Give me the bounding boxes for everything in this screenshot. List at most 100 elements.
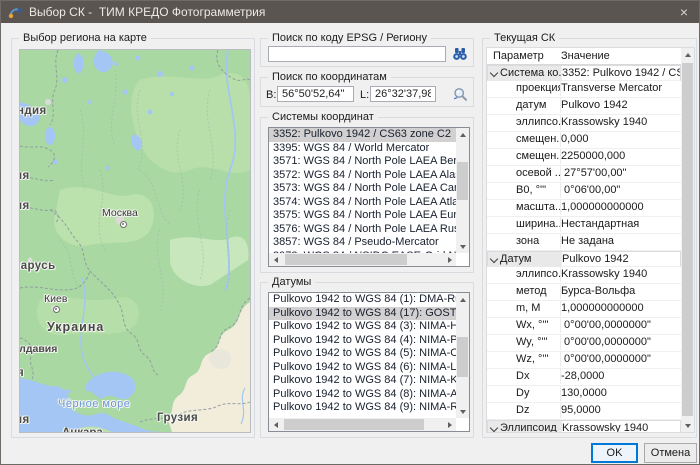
scroll-right-icon[interactable] xyxy=(443,418,456,431)
map-label: ларусь xyxy=(19,260,56,272)
cancel-button[interactable]: Отмена xyxy=(644,443,697,463)
parameter-name: смещен... xyxy=(516,149,561,164)
parameter-row[interactable]: масшта...1,000000000000 xyxy=(487,200,681,217)
parameter-row[interactable]: Wz, °'" 0°00'00,0000000" xyxy=(487,352,681,369)
parameter-row[interactable]: ширина...Нестандартная xyxy=(487,217,681,234)
coordinate-systems-list[interactable]: 3352: Pulkovo 1942 / CS63 zone C23395: W… xyxy=(268,127,470,267)
datum-list-item[interactable]: Pulkovo 1942 to WGS 84 (6): NIMA-Lva xyxy=(269,361,456,375)
parameter-row[interactable]: Dz95,0000 xyxy=(487,403,681,420)
datum-list-item[interactable]: Pulkovo 1942 to WGS 84 (9): NIMA-Rom xyxy=(269,401,456,415)
scroll-down-icon[interactable] xyxy=(456,240,469,253)
parameter-row[interactable]: смещен...2250000,000 xyxy=(487,149,681,166)
parameter-row[interactable]: Wx, °'" 0°00'00,0000000" xyxy=(487,318,681,335)
parameter-value: 1,000000000000 xyxy=(561,301,681,316)
map-label: Киев xyxy=(44,293,67,305)
parameter-row[interactable]: Dx-28,0000 xyxy=(487,369,681,386)
cs-list-item[interactable]: 3395: WGS 84 / World Mercator xyxy=(269,142,456,156)
parameter-row[interactable]: методБурса-Вольфа xyxy=(487,284,681,301)
parameter-name: Wy, °'" xyxy=(516,335,548,350)
datum-list-item[interactable]: Pulkovo 1942 to WGS 84 (5): NIMA-Cze xyxy=(269,347,456,361)
coordinate-systems-group: Системы координат 3352: Pulkovo 1942 / C… xyxy=(260,117,474,273)
map-label: ндия xyxy=(19,105,47,117)
parameter-row[interactable]: проекцияTransverse Mercator xyxy=(487,81,681,98)
scroll-up-icon[interactable] xyxy=(456,293,469,306)
scroll-left-icon[interactable] xyxy=(269,253,282,266)
cs-vscroll-thumb[interactable] xyxy=(457,162,468,200)
parameter-row[interactable]: эллипсо...Krassowsky 1940 xyxy=(487,115,681,132)
epsg-search-input[interactable] xyxy=(268,46,446,62)
parameter-name: ширина... xyxy=(516,217,561,232)
parameter-row[interactable]: Wy, °'" 0°00'00,0000000" xyxy=(487,335,681,352)
scroll-up-icon[interactable] xyxy=(456,128,469,141)
scroll-right-icon[interactable] xyxy=(443,253,456,266)
table-vscrollbar[interactable] xyxy=(681,48,694,432)
city-marker-icon xyxy=(53,306,60,313)
datum-list-vscrollbar[interactable] xyxy=(456,293,469,418)
coord-search-button[interactable] xyxy=(451,85,469,103)
cs-list-item[interactable]: 3576: WGS 84 / North Pole LAEA Russia xyxy=(269,223,456,237)
parameter-row[interactable]: осевой ... 27°57'00,00" xyxy=(487,166,681,183)
scroll-left-icon[interactable] xyxy=(269,418,282,431)
datum-list-item[interactable]: Pulkovo 1942 to WGS 84 (8): NIMA-Alb xyxy=(269,388,456,402)
table-vscroll-thumb[interactable] xyxy=(682,63,693,416)
cs-list-item[interactable]: 3575: WGS 84 / North Pole LAEA Europe xyxy=(269,209,456,223)
datum-hscroll-thumb[interactable] xyxy=(284,419,424,430)
b-field-label: B: xyxy=(266,89,276,101)
datum-list-item[interactable]: Pulkovo 1942 to WGS 84 (7): NIMA-Kaz xyxy=(269,374,456,388)
map-label: олдавия xyxy=(19,343,57,355)
scroll-up-icon[interactable] xyxy=(681,48,694,61)
datum-list-item[interactable]: Pulkovo 1942 to WGS 84 (1): DMA-Rus xyxy=(269,293,456,307)
value-column-header: Значение xyxy=(561,49,610,63)
cs-list-item[interactable]: 3571: WGS 84 / North Pole LAEA Bering Se… xyxy=(269,155,456,169)
current-cs-table[interactable]: Параметр Значение Система ко...3352: Pul… xyxy=(486,47,695,433)
dialog-window: Выбор СК - ТИМ КРЕДО Фотограмметрия × Вы… xyxy=(0,0,700,465)
expand-chevron-icon[interactable] xyxy=(490,255,498,263)
datums-list[interactable]: Pulkovo 1942 to WGS 84 (1): DMA-RusPulko… xyxy=(268,292,470,432)
title-bar[interactable]: Выбор СК - ТИМ КРЕДО Фотограмметрия × xyxy=(1,1,699,23)
cs-list-item[interactable]: 3574: WGS 84 / North Pole LAEA Atlantic xyxy=(269,196,456,210)
scroll-down-icon[interactable] xyxy=(456,405,469,418)
datum-list-item[interactable]: Pulkovo 1942 to WGS 84 (17): GOST-Rus xyxy=(269,307,456,321)
datum-list-item[interactable]: Pulkovo 1942 to WGS 84 (4): NIMA-Pol xyxy=(269,334,456,348)
parameter-row[interactable]: смещен...0,000 xyxy=(487,132,681,149)
ok-button[interactable]: OK xyxy=(591,443,638,463)
parameter-row[interactable]: датумPulkovo 1942 xyxy=(487,98,681,115)
epsg-search-button[interactable] xyxy=(450,45,470,63)
scroll-down-icon[interactable] xyxy=(681,419,694,432)
region-map[interactable]: ндияияияМоскваларусьКиевУкраинаолдавияяЧ… xyxy=(19,49,251,433)
l-coordinate-input[interactable] xyxy=(370,86,436,102)
parameter-name: метод xyxy=(516,284,547,299)
parameter-row[interactable]: ЭллипсоидKrassowsky 1940 xyxy=(487,420,681,432)
parameter-row[interactable]: B0, °'" 0°06'00,00" xyxy=(487,183,681,200)
cs-list-vscrollbar[interactable] xyxy=(456,128,469,253)
parameter-name: зона xyxy=(516,234,539,249)
close-button[interactable]: × xyxy=(669,1,699,23)
datums-group-label: Датумы xyxy=(268,276,315,289)
expand-chevron-icon[interactable] xyxy=(490,424,498,432)
expand-chevron-icon[interactable] xyxy=(490,69,498,77)
cs-list-item[interactable]: 3352: Pulkovo 1942 / CS63 zone C2 xyxy=(269,128,456,142)
parameter-row[interactable]: ДатумPulkovo 1942 xyxy=(487,251,681,267)
b-coordinate-input[interactable] xyxy=(277,86,354,102)
map-group-label: Выбор региона на карте xyxy=(19,32,151,45)
table-header: Параметр Значение xyxy=(487,48,681,65)
cancel-button-label: Отмена xyxy=(651,447,690,459)
parameter-row[interactable]: эллипсо...Krassowsky 1940 xyxy=(487,267,681,284)
parameter-row[interactable]: зонаНе задана xyxy=(487,234,681,251)
parameter-value: 1,000000000000 xyxy=(561,200,681,215)
cs-list-hscrollbar[interactable] xyxy=(269,253,456,266)
cs-list-item[interactable]: 3573: WGS 84 / North Pole LAEA Canada xyxy=(269,182,456,196)
parameter-name: Dy xyxy=(516,386,529,401)
parameter-name: эллипсо... xyxy=(516,115,561,130)
cs-hscroll-thumb[interactable] xyxy=(285,254,407,265)
parameter-row[interactable]: m, M1,000000000000 xyxy=(487,301,681,318)
cs-list-item[interactable]: 3572: WGS 84 / North Pole LAEA Alaska xyxy=(269,169,456,183)
cs-list-item[interactable]: 3857: WGS 84 / Pseudo-Mercator xyxy=(269,236,456,250)
binoculars-icon xyxy=(452,47,468,61)
datum-list-hscrollbar[interactable] xyxy=(269,418,456,431)
datum-vscroll-thumb[interactable] xyxy=(457,337,468,377)
parameter-name: Датум xyxy=(500,252,531,267)
parameter-row[interactable]: Система ко...3352: Pulkovo 1942 / CS63 .… xyxy=(487,65,681,81)
datum-list-item[interactable]: Pulkovo 1942 to WGS 84 (3): NIMA-Hun xyxy=(269,320,456,334)
parameter-row[interactable]: Dy130,0000 xyxy=(487,386,681,403)
